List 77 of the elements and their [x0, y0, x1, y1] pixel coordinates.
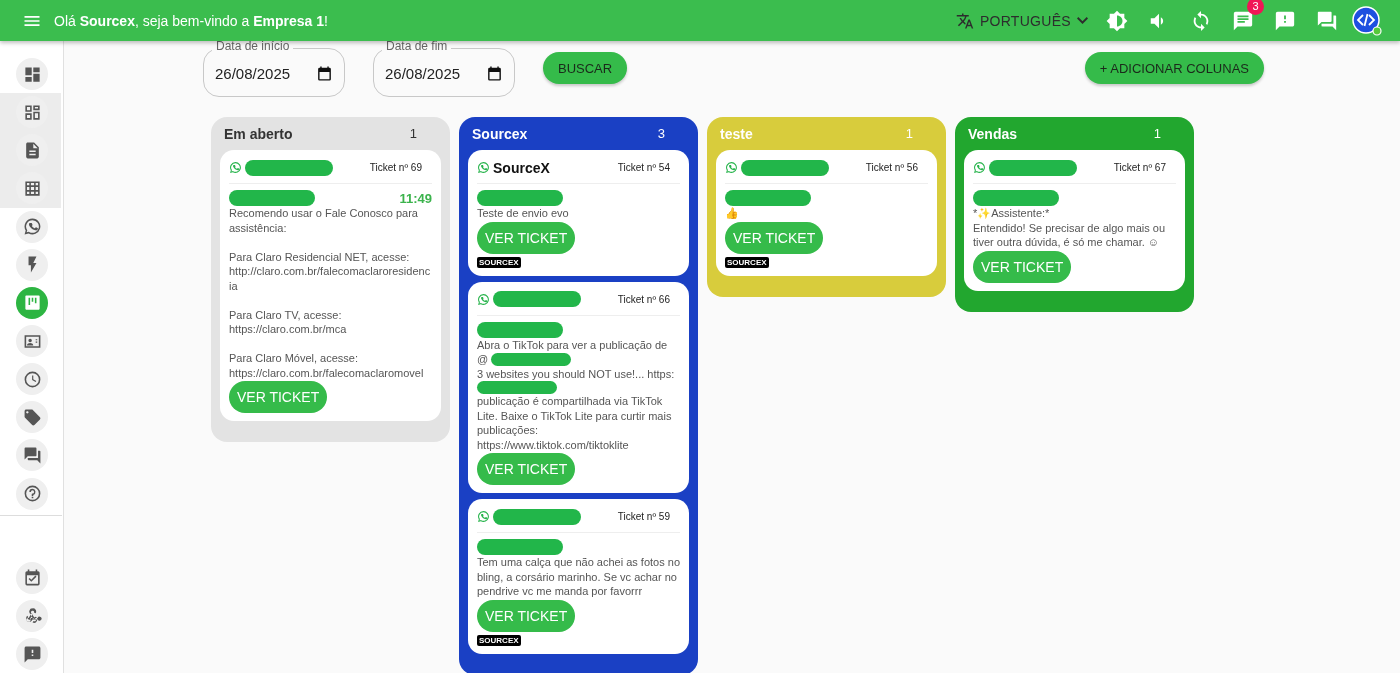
sidebar-item[interactable]	[16, 439, 48, 472]
calendar-icon[interactable]	[486, 64, 503, 82]
sidebar-item[interactable]	[16, 477, 48, 510]
whatsapp-icon	[229, 161, 242, 174]
message-text: Teste de envio evo	[477, 206, 569, 221]
notification-badge: 3	[1247, 0, 1264, 15]
whatsapp-icon	[477, 292, 490, 306]
view-ticket-button[interactable]: VER TICKET	[477, 453, 576, 485]
sidebar-item[interactable]	[16, 325, 48, 358]
kanban-icon	[22, 293, 42, 313]
view-ticket-button[interactable]: VER TICKET	[725, 221, 824, 254]
search-button[interactable]: BUSCAR	[543, 52, 628, 84]
sidebar-item[interactable]	[16, 58, 48, 91]
sidebar-item[interactable]	[16, 210, 48, 243]
view-ticket-button[interactable]: VER TICKET	[973, 250, 1072, 283]
chat-bubbles-icon	[22, 445, 42, 465]
column-count: 1	[409, 126, 417, 141]
message-text: Tem uma calça que não achei as fotos no bling, a corsário marinho. Se vc achar no pendrive vc me manda por favorrr	[477, 555, 680, 599]
message-text: *✨Assistente:* Entendido! Se precisar de algo mais ou tiver outra dúvida, é só me chamar. ☺	[973, 206, 1166, 250]
date-field[interactable]: Data de fim 26/08/2025	[373, 39, 515, 97]
whatsapp-icon	[22, 217, 42, 237]
column-title: Sourcex	[472, 125, 529, 142]
tag-icon	[22, 407, 42, 427]
source-tag: SOURCEX	[477, 634, 521, 646]
column-count: 3	[657, 126, 665, 141]
feedback-icon	[22, 644, 42, 664]
contact-name: SourceX	[493, 159, 550, 176]
translate-icon	[955, 11, 974, 30]
message-text: Abra o TikTok para ver a publicação de	[477, 337, 668, 352]
ticket-number: Ticket nº 54	[617, 162, 670, 173]
help-icon	[22, 484, 42, 504]
ticket-number: Ticket nº 59	[617, 511, 670, 522]
ticket-number: Ticket nº 69	[369, 162, 422, 173]
ticket-number: Ticket nº 66	[617, 293, 670, 305]
message-text: @	[477, 352, 489, 367]
avatar-icon[interactable]	[1352, 5, 1382, 36]
table-icon	[22, 179, 42, 198]
column-count: 1	[905, 126, 913, 141]
sidebar-item[interactable]	[16, 401, 48, 434]
message-text: Recomendo usar o Fale Conosco para assistência: Para Claro Residencial NET, acesse: http://claro.com.br/falecomaclaroresidencia Para Claro TV, acesse: https://claro.com.br/mca Para Claro Móvel, acesse: https://claro.com.br/falecomaclaromovel	[229, 206, 432, 380]
sidebar-item[interactable]	[16, 638, 48, 670]
message-text: 3 websites you should	[477, 366, 586, 381]
column-title: Vendas	[968, 125, 1019, 142]
sidebar-item[interactable]	[16, 363, 48, 396]
whatsapp-icon	[477, 510, 490, 523]
calendar-icon[interactable]	[316, 64, 333, 82]
message-text: 👍	[725, 206, 739, 221]
whatsapp-icon	[973, 161, 986, 174]
calendar-check-icon	[22, 568, 42, 588]
view-ticket-button[interactable]: VER TICKET	[477, 599, 576, 632]
sidebar-item[interactable]	[16, 248, 48, 281]
date-field[interactable]: Data de início 26/08/2025	[203, 39, 345, 97]
source-tag: SOURCEX	[477, 256, 521, 268]
greeting-text: Olá Sourcex, seja bem-vindo a Empresa 1!	[54, 12, 328, 29]
chat-icon[interactable]	[1232, 9, 1254, 32]
grid-icon	[22, 102, 42, 122]
sidebar-item[interactable]	[16, 561, 48, 594]
message-text: https:	[647, 366, 675, 381]
column-title: teste	[720, 125, 754, 142]
source-tag: SOURCEX	[725, 256, 769, 268]
sidebar-item[interactable]	[16, 599, 48, 632]
column-title: Em aberto	[224, 125, 294, 142]
view-ticket-button[interactable]: VER TICKET	[229, 381, 328, 413]
ticket-number: Ticket nº 67	[1113, 162, 1166, 173]
ticket-number: Ticket nº 56	[865, 162, 918, 173]
column-count: 1	[1153, 126, 1161, 141]
add-columns-button[interactable]: + ADICIONAR COLUNAS	[1084, 52, 1264, 84]
chevron-down-icon	[1077, 17, 1088, 24]
whatsapp-icon	[725, 161, 738, 174]
view-ticket-button[interactable]: VER TICKET	[477, 221, 576, 254]
clock-icon	[22, 369, 42, 389]
message-text: NOT use!...	[588, 366, 645, 381]
message-text: publicação é compartilhada via TikTok Lite. Baixe o TikTok Lite para curtir mais publicações: https://www.tiktok.com/tiktoklite	[477, 394, 673, 452]
language-selector[interactable]: PORTUGUÊS	[955, 11, 1088, 30]
message-time: 11:49	[399, 190, 432, 206]
dashboard-icon	[22, 64, 42, 84]
whatsapp-icon	[477, 161, 490, 174]
